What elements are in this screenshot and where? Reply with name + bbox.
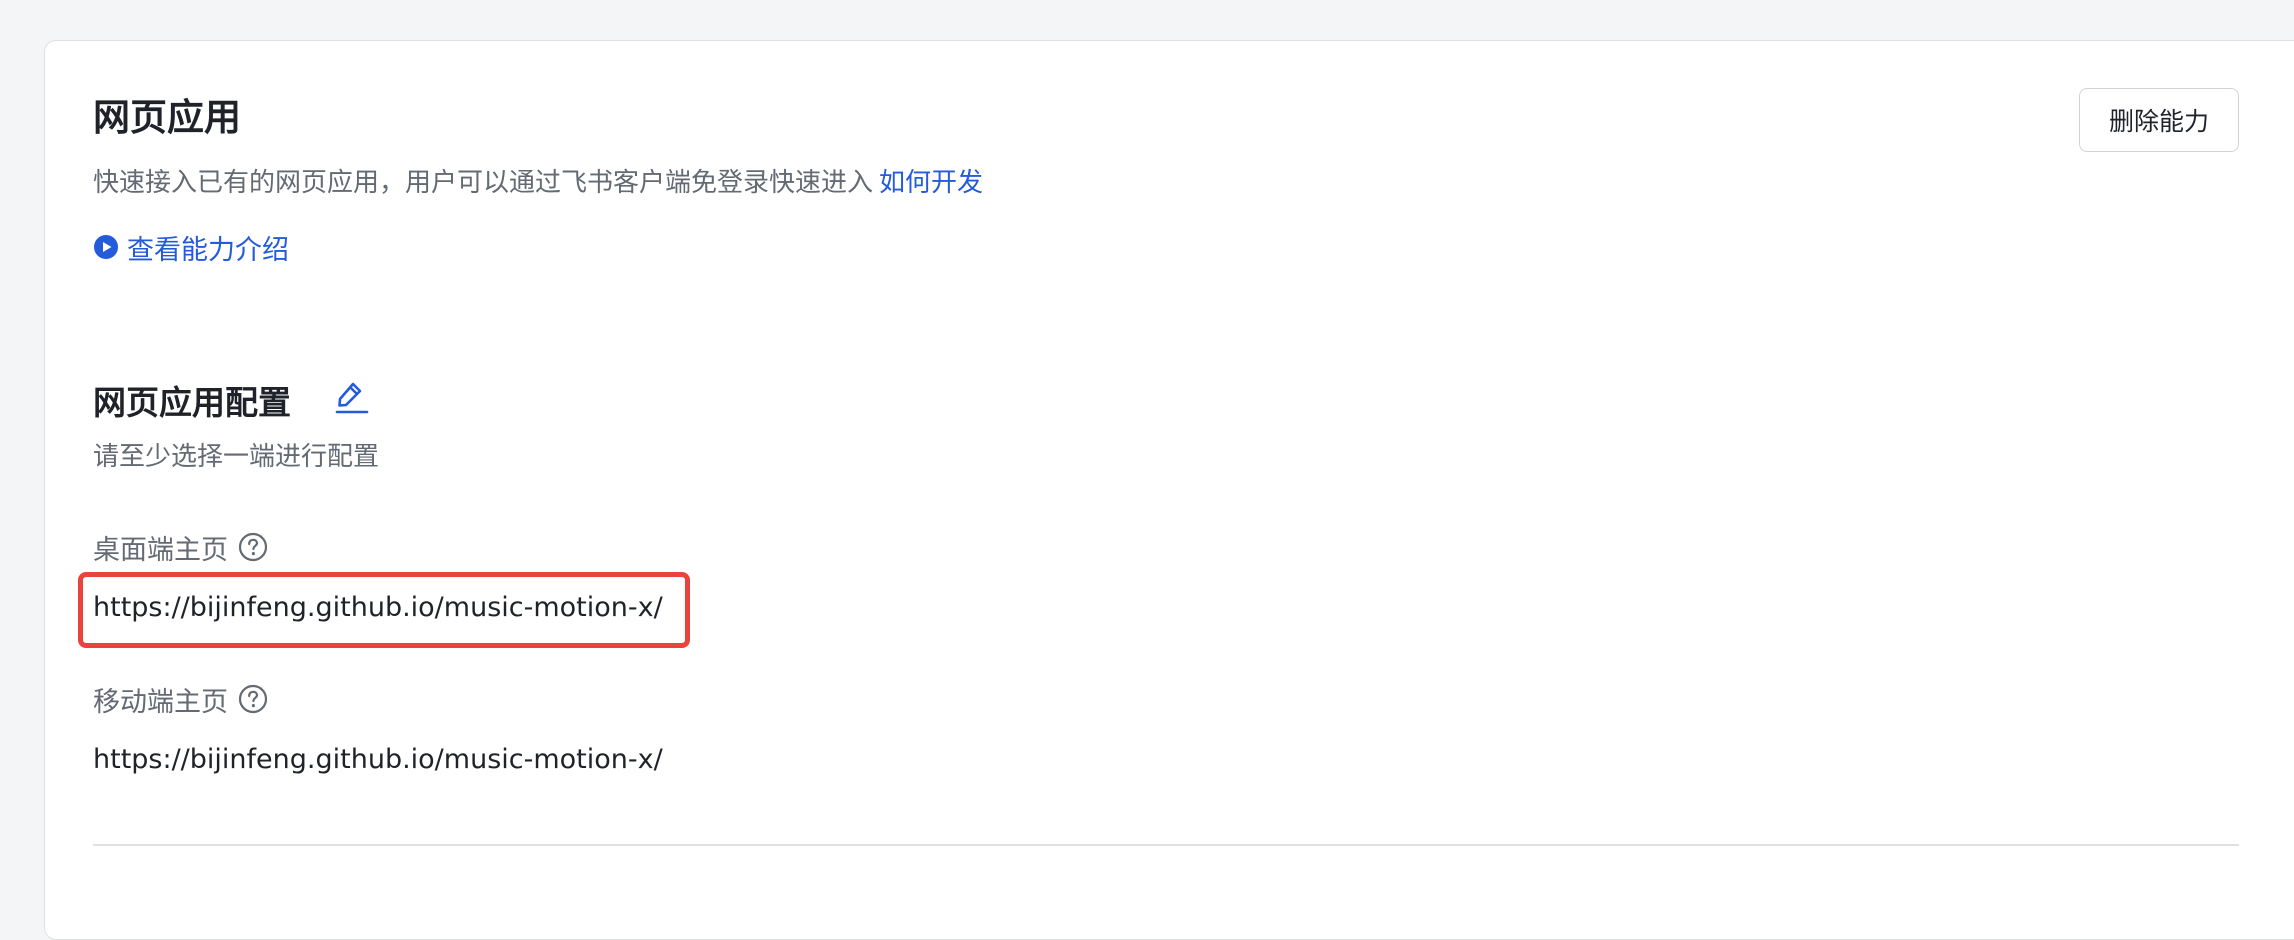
question-circle-icon[interactable]: [238, 532, 268, 562]
config-section-description: 请至少选择一端进行配置: [93, 442, 380, 472]
view-intro-label: 查看能力介绍: [127, 234, 289, 266]
edit-pencil-icon[interactable]: [333, 377, 371, 415]
desktop-homepage-label: 桌面端主页: [93, 527, 268, 567]
config-section-title: 网页应用配置: [93, 383, 291, 422]
play-circle-icon: [94, 235, 118, 259]
delete-capability-button[interactable]: 删除能力: [2079, 88, 2239, 152]
desktop-homepage-url: https://bijinfeng.github.io/music-motion…: [93, 592, 663, 623]
how-to-develop-link[interactable]: 如何开发: [879, 168, 983, 198]
section-divider: [93, 844, 2239, 846]
question-circle-icon[interactable]: [238, 684, 268, 714]
desktop-homepage-label-text: 桌面端主页: [93, 534, 228, 566]
description-text: 快速接入已有的网页应用，用户可以通过飞书客户端免登录快速进入: [93, 168, 874, 198]
mobile-homepage-label: 移动端主页: [93, 679, 268, 719]
view-intro-link[interactable]: 查看能力介绍: [93, 227, 289, 267]
mobile-homepage-url: https://bijinfeng.github.io/music-motion…: [93, 744, 663, 775]
page-title: 网页应用: [93, 96, 241, 139]
page-description: 快速接入已有的网页应用，用户可以通过飞书客户端免登录快速进入 如何开发: [93, 163, 983, 203]
mobile-homepage-label-text: 移动端主页: [93, 686, 228, 718]
